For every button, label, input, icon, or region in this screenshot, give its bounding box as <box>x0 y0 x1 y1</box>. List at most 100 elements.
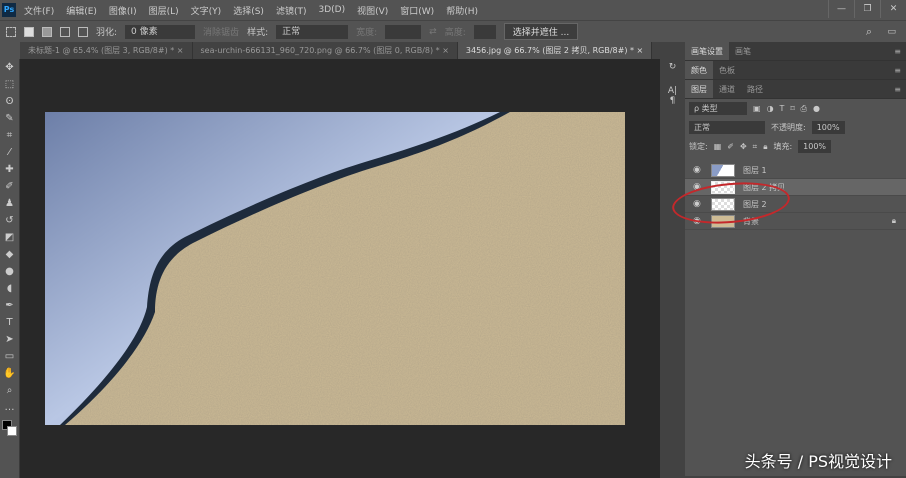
tab-3456[interactable]: 3456.jpg @ 66.7% (图层 2 拷贝, RGB/8#) * × <box>457 42 653 59</box>
tab-sea-urchin[interactable]: sea-urchin-666131_960_720.png @ 66.7% (图… <box>193 42 458 59</box>
quick-select-tool-icon[interactable]: ✎ <box>0 110 19 127</box>
lock-transparent-icon[interactable]: ▦ <box>714 142 722 151</box>
move-tool-icon[interactable]: ✥ <box>0 59 19 76</box>
opacity-label: 不透明度: <box>771 123 806 132</box>
filter-adjust-icon[interactable]: ◑ <box>767 104 774 113</box>
gradient-tool-icon[interactable]: ◆ <box>0 246 19 263</box>
type-tool-icon[interactable]: T <box>0 314 19 331</box>
tab-brush[interactable]: 画笔 <box>729 42 757 60</box>
filter-smart-icon[interactable]: ⎙ <box>801 104 807 114</box>
filter-toggle-icon[interactable]: ● <box>813 104 820 113</box>
lock-position-icon[interactable]: ✥ <box>740 142 747 151</box>
brush-tool-icon[interactable]: ✐ <box>0 178 19 195</box>
lock-pixels-icon[interactable]: ✐ <box>727 142 734 151</box>
feather-input[interactable]: 0 像素 <box>125 24 196 39</box>
panel-menu-icon[interactable]: ≡ <box>894 66 901 75</box>
filter-image-icon[interactable]: ▣ <box>753 104 761 113</box>
width-input[interactable] <box>385 24 422 39</box>
swap-icon[interactable]: ⇄ <box>429 27 437 37</box>
fill-input[interactable]: 100% <box>798 140 832 153</box>
layer-filter-select[interactable]: ρ 类型 <box>689 102 747 115</box>
lasso-tool-icon[interactable]: ʘ <box>0 93 19 110</box>
close-button[interactable]: ✕ <box>880 0 906 18</box>
eraser-tool-icon[interactable]: ◩ <box>0 229 19 246</box>
panel-menu-icon[interactable]: ≡ <box>894 47 901 56</box>
menu-3d[interactable]: 3D(D) <box>318 5 345 15</box>
right-panels: 画笔设置 画笔 ≡ 颜色 色板 ≡ 图层 通道 路径 ≡ ρ 类型 ▣ ◑ T ⌑ ⎙ ● 正… <box>685 42 906 478</box>
width-label: 宽度: <box>356 28 378 38</box>
collapsed-panel-strip: ↻ A| ¶ <box>660 42 685 478</box>
pen-tool-icon[interactable]: ✒ <box>0 297 19 314</box>
character-icon[interactable]: A| <box>660 86 685 96</box>
workspace-icon[interactable]: ▭ <box>887 27 896 37</box>
subtract-selection-icon[interactable] <box>60 26 70 37</box>
lock-artboard-icon[interactable]: ⌗ <box>753 142 758 152</box>
height-input[interactable] <box>473 24 496 39</box>
marquee-preset-icon[interactable] <box>6 26 16 37</box>
intersect-selection-icon[interactable] <box>78 26 88 37</box>
healing-tool-icon[interactable]: ✚ <box>0 161 19 178</box>
menu-filter[interactable]: 滤镜(T) <box>276 4 307 17</box>
menu-bar: Ps 文件(F) 编辑(E) 图像(I) 图层(L) 文字(Y) 选择(S) 滤… <box>0 0 906 20</box>
shape-tool-icon[interactable]: ▭ <box>0 348 19 365</box>
blend-mode-select[interactable]: 正常 <box>689 121 765 134</box>
history-brush-icon[interactable]: ↺ <box>0 212 19 229</box>
crop-tool-icon[interactable]: ⌗ <box>0 127 19 144</box>
history-icon[interactable]: ↻ <box>660 62 685 72</box>
tab-swatches[interactable]: 色板 <box>713 61 741 79</box>
menu-help[interactable]: 帮助(H) <box>446 4 478 17</box>
menu-view[interactable]: 视图(V) <box>357 4 388 17</box>
more-tools-icon[interactable]: … <box>0 399 19 416</box>
style-select[interactable]: 正常 <box>276 24 349 39</box>
menu-layer[interactable]: 图层(L) <box>149 4 179 17</box>
menu-type[interactable]: 文字(Y) <box>191 4 222 17</box>
menu-image[interactable]: 图像(I) <box>109 4 137 17</box>
zoom-tool-icon[interactable]: ⌕ <box>0 382 19 399</box>
paragraph-icon[interactable]: ¶ <box>660 96 685 106</box>
document-tabs: 未标题-1 @ 65.4% (图层 3, RGB/8#) * × sea-urc… <box>20 42 660 59</box>
hand-tool-icon[interactable]: ✋ <box>0 365 19 382</box>
path-select-tool-icon[interactable]: ➤ <box>0 331 19 348</box>
menu-edit[interactable]: 编辑(E) <box>66 4 97 17</box>
restore-button[interactable]: ❐ <box>854 0 880 18</box>
menu-file[interactable]: 文件(F) <box>24 4 54 17</box>
layer-thumbnail <box>711 163 735 177</box>
menu-window[interactable]: 窗口(W) <box>400 4 434 17</box>
search-icon[interactable]: ⌕ <box>866 25 872 39</box>
tab-paths[interactable]: 路径 <box>741 80 769 98</box>
add-selection-icon[interactable] <box>42 26 52 37</box>
tab-brush-settings[interactable]: 画笔设置 <box>685 42 729 60</box>
dodge-tool-icon[interactable]: ◖ <box>0 280 19 297</box>
visibility-eye-icon[interactable]: ◉ <box>693 165 703 175</box>
options-bar: 羽化: 0 像素 消除锯齿 样式: 正常 宽度: ⇄ 高度: 选择并遮住 ...… <box>0 20 906 42</box>
color-swatches[interactable] <box>0 416 19 446</box>
filter-type-icon[interactable]: T <box>780 104 785 113</box>
opacity-input[interactable]: 100% <box>811 121 845 134</box>
tools-panel: ✥ ⬚ ʘ ✎ ⌗ ⁄ ✚ ✐ ♟ ↺ ◩ ◆ ● ◖ ✒ T ➤ ▭ ✋ ⌕ … <box>0 59 20 478</box>
fill-label: 填充: <box>773 142 793 151</box>
menu-select[interactable]: 选择(S) <box>233 4 264 17</box>
antialias-checkbox[interactable]: 消除锯齿 <box>203 25 239 38</box>
tab-color[interactable]: 颜色 <box>685 61 713 79</box>
tab-channels[interactable]: 通道 <box>713 80 741 98</box>
lock-label: 锁定: <box>689 142 708 151</box>
tab-layers[interactable]: 图层 <box>685 80 713 98</box>
canvas-area[interactable] <box>20 59 660 478</box>
watermark: 头条号 / PS视觉设计 <box>744 452 892 471</box>
layer-row[interactable]: ◉ 图层 1 <box>685 162 906 179</box>
panel-menu-icon[interactable]: ≡ <box>894 85 901 94</box>
minimize-button[interactable]: — <box>828 0 854 18</box>
lock-all-icon[interactable]: 🔒︎ <box>763 142 767 152</box>
height-label: 高度: <box>444 28 466 38</box>
style-label: 样式: <box>247 28 269 38</box>
tab-untitled-1[interactable]: 未标题-1 @ 65.4% (图层 3, RGB/8#) * × <box>20 42 193 59</box>
filter-shape-icon[interactable]: ⌑ <box>790 104 794 113</box>
blur-tool-icon[interactable]: ● <box>0 263 19 280</box>
new-selection-icon[interactable] <box>24 26 34 37</box>
select-and-mask-button[interactable]: 选择并遮住 ... <box>503 23 579 40</box>
layer-name: 图层 1 <box>743 165 767 175</box>
stamp-tool-icon[interactable]: ♟ <box>0 195 19 212</box>
marquee-tool-icon[interactable]: ⬚ <box>0 76 19 93</box>
eyedropper-tool-icon[interactable]: ⁄ <box>0 144 19 161</box>
document-canvas[interactable] <box>45 112 625 425</box>
